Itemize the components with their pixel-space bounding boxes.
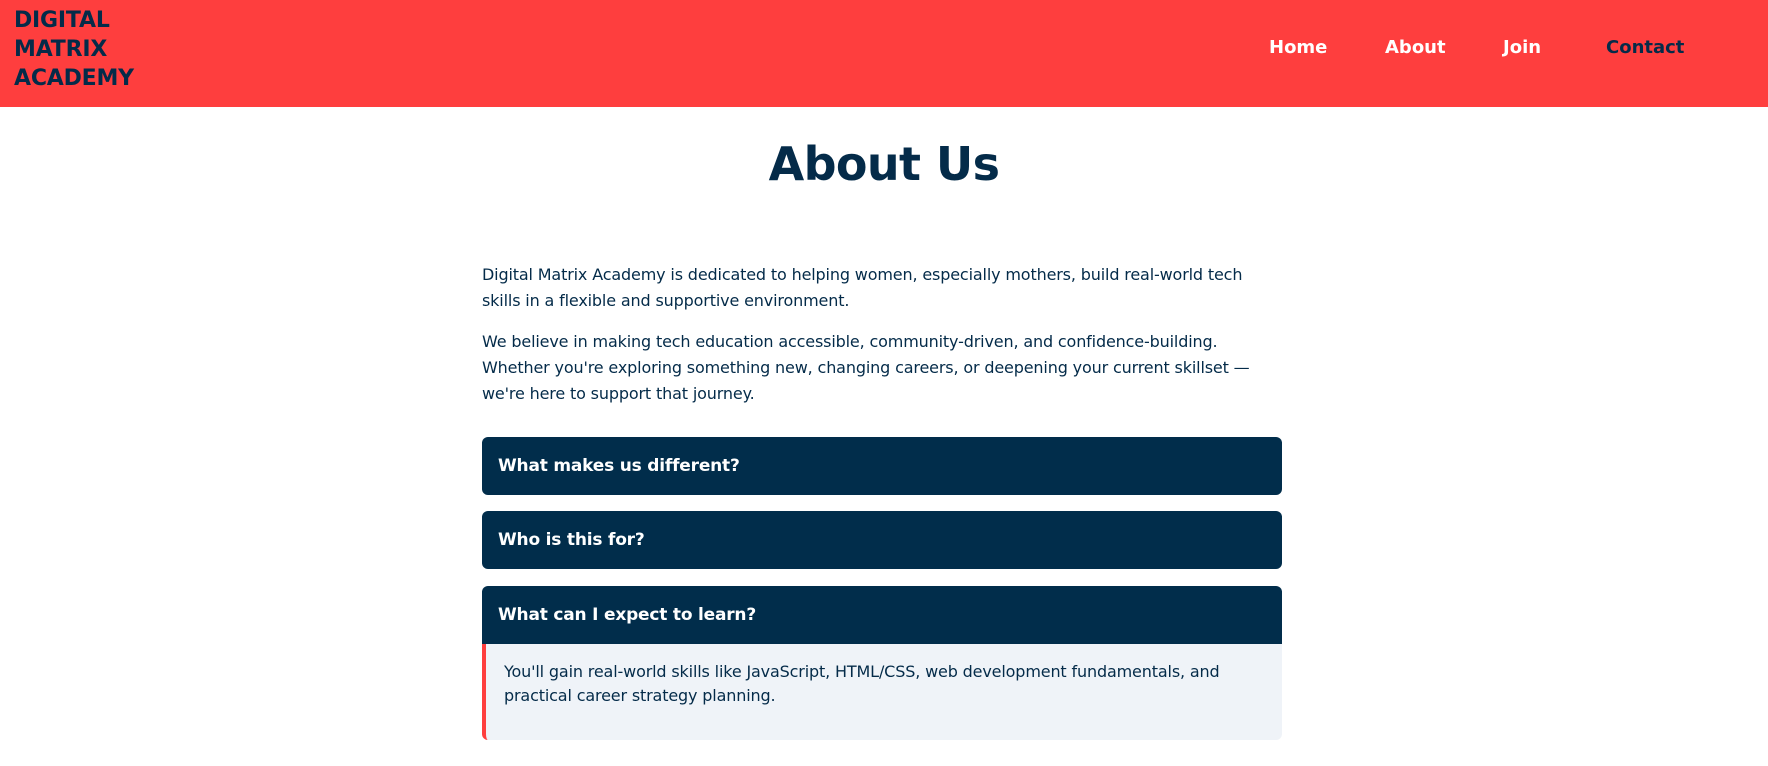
nav-link-contact[interactable]: Contact — [1606, 36, 1684, 60]
faq-answer: You'll gain real-world skills like JavaS… — [482, 644, 1282, 740]
nav-link-home[interactable]: Home — [1269, 36, 1327, 60]
faq-item: What can I expect to learn? You'll gain … — [482, 586, 1282, 740]
faq-question-button[interactable]: Who is this for? — [482, 511, 1282, 569]
logo-line: DIGITAL — [14, 8, 110, 33]
nav-link-about[interactable]: About — [1385, 36, 1446, 60]
logo-line: MATRIX — [14, 37, 108, 62]
page-title: About Us — [768, 137, 1000, 191]
logo-line: ACADEMY — [14, 66, 134, 91]
faq-item: What makes us different? — [482, 437, 1282, 495]
intro-paragraph: We believe in making tech education acce… — [482, 332, 1250, 403]
intro-paragraph: Digital Matrix Academy is dedicated to h… — [482, 265, 1243, 310]
nav-link-join[interactable]: Join — [1503, 36, 1541, 60]
about-intro: Digital Matrix Academy is dedicated to h… — [482, 262, 1282, 407]
site-logo[interactable]: DIGITAL MATRIX ACADEMY — [14, 6, 134, 93]
faq-question-button[interactable]: What makes us different? — [482, 437, 1282, 495]
faq-question-button[interactable]: What can I expect to learn? — [482, 586, 1282, 644]
site-header: DIGITAL MATRIX ACADEMY Home About Join C… — [0, 0, 1768, 107]
faq-item: Who is this for? — [482, 511, 1282, 569]
